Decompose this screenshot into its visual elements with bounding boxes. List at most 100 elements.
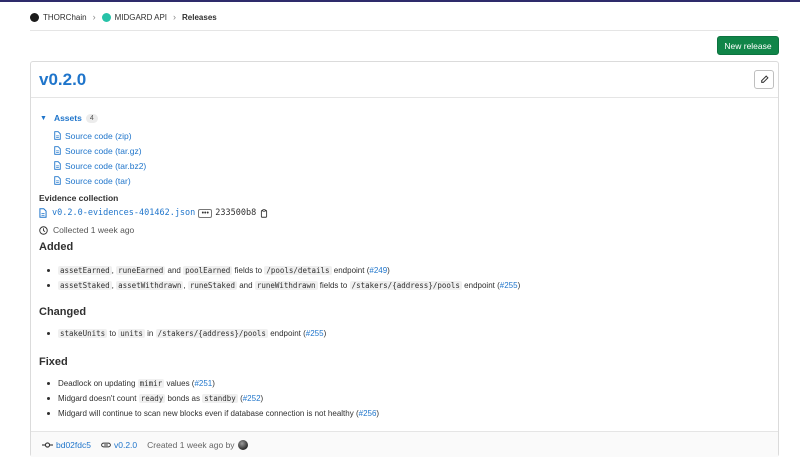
- issue-link[interactable]: #251: [194, 379, 212, 388]
- assets-toggle[interactable]: ▼ Assets 4: [40, 113, 98, 123]
- footer-tag[interactable]: v0.2.0: [101, 440, 137, 450]
- section-heading-added: Added: [39, 241, 74, 253]
- list-text: Midgard will continue to scan new blocks…: [58, 409, 359, 418]
- inline-code: runeStaked: [187, 281, 237, 290]
- evidence-file-link[interactable]: v0.2.0-evidences-401462.json: [52, 208, 195, 218]
- release-footer: bd02fdc5 v0.2.0 Created 1 week ago by: [31, 431, 778, 457]
- list-text: endpoint (: [464, 281, 500, 290]
- list-text: in: [147, 329, 154, 338]
- asset-label: Source code (zip): [65, 130, 132, 141]
- inline-code: runeEarned: [116, 266, 166, 275]
- issue-link[interactable]: #256: [359, 409, 377, 418]
- issue-link[interactable]: #249: [369, 266, 387, 275]
- chevron-down-icon: ▼: [40, 114, 47, 122]
- clipboard-icon[interactable]: [260, 208, 268, 218]
- asset-label: Source code (tar): [65, 175, 131, 186]
- inline-code: mimir: [137, 379, 165, 388]
- pencil-icon: [760, 75, 769, 83]
- asset-link-tar-gz[interactable]: Source code (tar.gz): [54, 143, 146, 158]
- bullet-dot: [47, 284, 50, 287]
- list-text: and: [239, 281, 253, 290]
- asset-label: Source code (tar.bz2): [65, 160, 147, 171]
- inline-code: stakeUnits: [58, 329, 108, 338]
- assets-count-badge: 4: [85, 113, 98, 123]
- file-icon: [54, 161, 61, 170]
- list-text: fields to: [319, 281, 348, 290]
- list-item: stakeUnits to units in /stakers/{address…: [47, 326, 326, 341]
- asset-link-zip[interactable]: Source code (zip): [54, 128, 146, 143]
- list-text: ): [517, 281, 521, 290]
- breadcrumb-org-label: THORChain: [43, 12, 87, 22]
- project-avatar: [101, 12, 111, 22]
- breadcrumb-project-label: MIDGARD API: [114, 12, 168, 22]
- clock-icon: [39, 225, 48, 235]
- list-text: bonds as: [167, 394, 200, 403]
- list-text: ): [387, 266, 390, 275]
- tag-icon: [101, 442, 111, 447]
- evidence-row: v0.2.0-evidences-401462.json ••• 233500b…: [39, 208, 268, 218]
- issue-link[interactable]: #255: [500, 281, 518, 290]
- list-text: endpoint (: [333, 266, 370, 275]
- inline-code: units: [118, 329, 145, 338]
- tag-link[interactable]: v0.2.0: [114, 440, 137, 450]
- created-text: Created 1 week ago by: [147, 439, 235, 450]
- breadcrumb: THORChain › MIDGARD API › Releases: [30, 10, 217, 24]
- list-text: Deadlock on updating: [58, 379, 136, 388]
- section-heading-fixed: Fixed: [39, 356, 68, 368]
- list-text: ,: [183, 281, 186, 290]
- breadcrumb-project[interactable]: MIDGARD API: [101, 12, 168, 22]
- edit-release-button[interactable]: [754, 70, 774, 89]
- list-item: Midgard will continue to scan new blocks…: [47, 406, 379, 421]
- top-bar: [0, 0, 800, 2]
- list-item: assetEarned, runeEarned and poolEarned f…: [47, 263, 520, 278]
- breadcrumb-separator-icon: ›: [173, 12, 177, 22]
- org-avatar: [30, 12, 39, 22]
- inline-code: assetWithdrawn: [116, 281, 184, 290]
- inline-code: assetEarned: [58, 266, 112, 275]
- breadcrumb-current[interactable]: Releases: [182, 13, 217, 22]
- list-text: values (: [166, 379, 195, 388]
- list-text: to: [109, 329, 117, 338]
- issue-link[interactable]: #255: [306, 329, 324, 338]
- asset-label: Source code (tar.gz): [65, 145, 142, 156]
- evidence-collected: Collected 1 week ago: [39, 225, 134, 235]
- inline-code: /pools/details: [264, 266, 332, 275]
- expand-sha-button[interactable]: •••: [198, 208, 213, 218]
- added-list: assetEarned, runeEarned and poolEarned f…: [47, 263, 520, 293]
- list-text: endpoint (: [270, 329, 306, 338]
- inline-code: assetStaked: [58, 281, 112, 290]
- author-avatar[interactable]: [237, 439, 248, 450]
- list-text: ,: [111, 281, 114, 290]
- collected-text: Collected 1 week ago: [53, 225, 135, 235]
- list-text: Midgard doesn't count: [58, 394, 137, 403]
- inline-code: ready: [138, 394, 166, 403]
- commit-icon: [42, 441, 53, 448]
- footer-created: Created 1 week ago by: [147, 439, 248, 450]
- release-header: v0.2.0: [31, 62, 778, 98]
- inline-code: poolEarned: [183, 266, 233, 275]
- evidence-sha: 233500b8: [215, 208, 257, 218]
- list-text: fields to: [234, 266, 263, 275]
- file-icon: [54, 176, 61, 185]
- commit-link[interactable]: bd02fdc5: [56, 440, 91, 450]
- divider: [30, 30, 778, 31]
- footer-commit[interactable]: bd02fdc5: [42, 440, 91, 450]
- list-text: ): [260, 394, 264, 403]
- list-text: and: [167, 266, 181, 275]
- file-icon: [54, 146, 61, 155]
- list-item: Midgard doesn't count ready bonds as sta…: [47, 391, 379, 406]
- release-title[interactable]: v0.2.0: [39, 70, 86, 90]
- file-icon: [39, 208, 47, 218]
- asset-list: Source code (zip) Source code (tar.gz) S…: [54, 128, 146, 188]
- bullet-dot: [47, 412, 50, 415]
- evidence-title: Evidence collection: [39, 193, 119, 203]
- breadcrumb-org[interactable]: THORChain: [30, 12, 87, 22]
- asset-link-tar-bz2[interactable]: Source code (tar.bz2): [54, 158, 146, 173]
- bullet-dot: [47, 397, 50, 400]
- file-icon: [54, 131, 61, 140]
- bullet-dot: [47, 269, 50, 272]
- list-text: ): [212, 379, 215, 388]
- asset-link-tar[interactable]: Source code (tar): [54, 173, 146, 188]
- new-release-button[interactable]: New release: [717, 36, 779, 55]
- issue-link[interactable]: #252: [243, 394, 261, 403]
